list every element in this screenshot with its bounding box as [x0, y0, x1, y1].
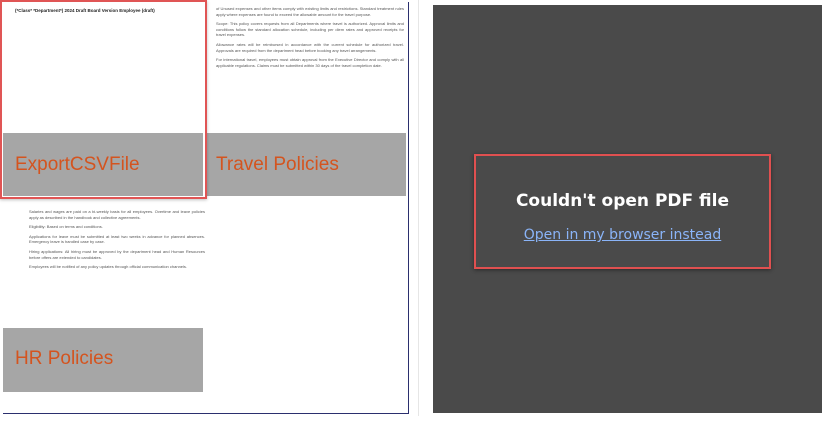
document-right-column: of Unused expenses and other items compl… — [216, 6, 404, 131]
paragraph: of Unused expenses and other items compl… — [216, 6, 404, 17]
screen: (*Class* *Department*) 2024 Draft Board … — [0, 0, 826, 423]
document-left-column: Salaries and wages are paid on a bi-week… — [29, 209, 205, 294]
divider — [418, 0, 419, 423]
hr-policies-label: HR Policies — [15, 348, 114, 369]
error-highlight-box: Couldn't open PDF file Open in my browse… — [474, 154, 771, 269]
travel-policies-block[interactable]: Travel Policies — [206, 133, 406, 196]
paragraph: For international travel, employees must… — [216, 57, 404, 68]
paragraph: Allowance rates will be reimbursed in ac… — [216, 41, 404, 53]
paragraph: Salaries and wages are paid on a bi-week… — [29, 209, 205, 220]
open-in-browser-link[interactable]: Open in my browser instead — [476, 227, 769, 243]
paragraph: Eligibility: Based on terms and conditio… — [29, 224, 103, 230]
pdf-viewer: Couldn't open PDF file Open in my browse… — [433, 5, 822, 413]
hr-policies-block[interactable]: HR Policies — [3, 328, 203, 392]
bottom-strip — [0, 416, 826, 423]
paragraph: Employees will be notified of any policy… — [29, 264, 188, 270]
travel-policies-label: Travel Policies — [216, 154, 339, 175]
paragraph: Hiring applications: All hiring must be … — [29, 248, 205, 260]
highlight-outline — [0, 0, 207, 199]
paragraph: Scope: This policy covers requests from … — [216, 21, 404, 38]
error-title: Couldn't open PDF file — [515, 191, 730, 211]
paragraph: Applications for leave must be submitted… — [29, 233, 205, 245]
